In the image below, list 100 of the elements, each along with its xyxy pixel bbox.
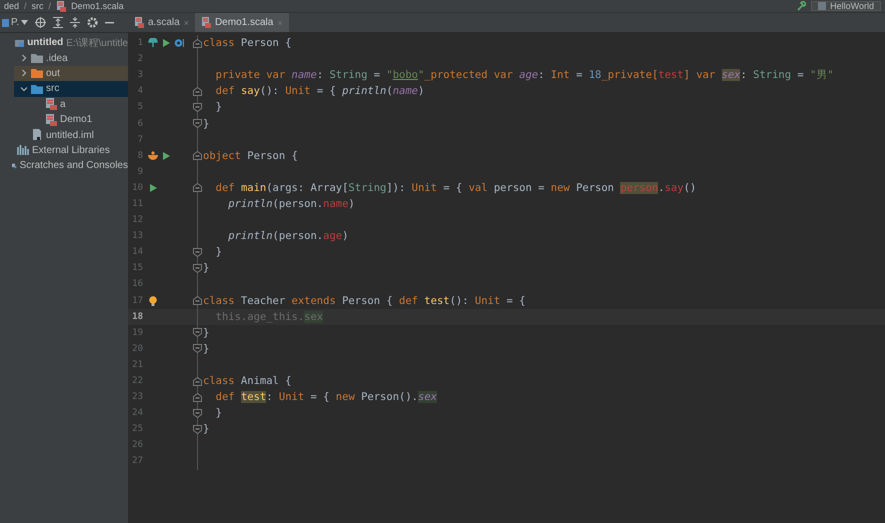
tree-row[interactable]: Demo1	[28, 112, 128, 128]
line-number: 15	[131, 263, 143, 274]
code-line: class Animal {	[202, 375, 292, 388]
tree-label: src	[46, 83, 60, 94]
tree-row[interactable]: untitled E:\课程\untitle	[0, 35, 128, 50]
fold-marker-icon[interactable]	[193, 183, 202, 192]
line-number: 17	[131, 296, 143, 306]
tree-row[interactable]: a	[28, 96, 128, 112]
fold-marker-icon[interactable]	[193, 151, 202, 160]
tree-row[interactable]: .idea	[14, 50, 128, 66]
fold-marker-icon[interactable]	[193, 102, 202, 112]
folder-icon	[31, 82, 43, 95]
breadcrumb-item[interactable]: src	[32, 1, 44, 11]
line-number: 25	[131, 424, 143, 434]
project-view-dropdown[interactable]: P.	[2, 17, 28, 28]
line-number: 13	[131, 231, 143, 242]
line-number: 1	[136, 38, 143, 48]
code-line: }	[202, 326, 210, 339]
folder-icon	[31, 52, 43, 64]
scala-file-icon	[134, 17, 144, 28]
line-number: 21	[131, 360, 143, 370]
line-number: 18	[131, 312, 143, 322]
line-number: 22	[131, 376, 143, 386]
line-number: 8	[136, 150, 143, 161]
tree-label: Scratches and Consoles	[20, 160, 128, 172]
line-number: 14	[131, 247, 143, 258]
breadcrumb-item[interactable]: Demo1.scala	[71, 1, 124, 11]
file-tab[interactable]: Demo1.scala ×	[194, 13, 289, 32]
fold-marker-icon[interactable]	[193, 86, 202, 96]
fold-marker-icon[interactable]	[193, 328, 202, 338]
code-line: def say(): Unit = { println(name)	[214, 85, 424, 98]
tree-label: External Libraries	[32, 144, 110, 156]
fold-marker-icon[interactable]	[193, 119, 202, 128]
fold-marker-icon[interactable]	[193, 408, 202, 418]
scala-file-icon	[45, 98, 57, 110]
code-line: }	[202, 262, 210, 274]
expand-all-icon[interactable]	[53, 17, 64, 28]
code-line: }	[202, 342, 210, 355]
fold-marker-icon[interactable]	[193, 424, 202, 434]
fold-marker-icon[interactable]	[193, 296, 202, 306]
project-path: E:\课程\untitle	[66, 36, 128, 50]
breadcrumb-separator: /	[48, 1, 52, 11]
code-line: }	[214, 246, 222, 258]
target-icon[interactable]	[35, 17, 46, 28]
tree-row[interactable]: External Libraries	[0, 142, 128, 158]
chevron-down-icon[interactable]	[20, 84, 28, 93]
collapse-all-icon[interactable]	[70, 17, 80, 28]
fold-marker-icon[interactable]	[193, 344, 202, 354]
scala-file-icon	[45, 114, 57, 126]
code-line: }	[202, 118, 210, 130]
line-number: 6	[136, 118, 143, 129]
fold-marker-icon[interactable]	[193, 264, 202, 273]
minimize-icon[interactable]	[105, 21, 114, 24]
line-number: 9	[136, 166, 143, 177]
line-number: 24	[131, 408, 143, 418]
lightbulb-icon[interactable]	[148, 296, 158, 306]
settings-icon[interactable]	[87, 17, 98, 28]
tree-row[interactable]: untitled.iml	[14, 127, 128, 143]
fold-marker-icon[interactable]	[193, 248, 202, 257]
line-number: 20	[131, 344, 143, 354]
tree-label: out	[46, 68, 60, 79]
code-line: object Person {	[202, 150, 298, 162]
line-number: 5	[136, 102, 143, 112]
code-line: class Person {	[202, 37, 292, 50]
scala-file-icon	[56, 0, 66, 12]
run-icon[interactable]	[161, 150, 171, 161]
line-number: 3	[136, 70, 143, 80]
scala-file-icon	[200, 17, 211, 28]
code-line: }	[214, 407, 222, 420]
line-number: 26	[131, 440, 143, 450]
caret-icon	[21, 20, 28, 25]
fold-marker-icon[interactable]	[193, 376, 202, 386]
fold-marker-icon[interactable]	[193, 392, 202, 402]
folder-icon	[31, 67, 43, 80]
line-number: 16	[131, 279, 143, 290]
line-number: 23	[131, 392, 143, 402]
tree-label: Demo1	[60, 114, 92, 126]
library-icon	[17, 144, 29, 156]
line-number: 4	[136, 86, 143, 96]
tree-row[interactable]: src	[14, 81, 128, 97]
run-icon[interactable]	[161, 38, 171, 48]
line-number: 10	[131, 182, 143, 193]
code-line: private var name: String = "bobo"_protected var age: Int = 18_private[test] var sex: String = "男"	[214, 68, 834, 82]
fold-marker-icon[interactable]	[193, 38, 202, 48]
run-icon[interactable]	[148, 182, 158, 193]
line-number: 19	[131, 328, 143, 338]
bowl-icon[interactable]	[148, 150, 158, 161]
tree-row[interactable]: Scratches and Consoles	[0, 158, 128, 174]
run-configuration-button[interactable]: HelloWorld	[811, 1, 881, 11]
code-line: }	[202, 423, 210, 436]
code-line: println(person.name)	[227, 198, 355, 210]
hammer-icon[interactable]	[796, 1, 806, 11]
line-number: 27	[131, 456, 143, 466]
code-line: class Teacher extends Person { def test(): Unit = {	[202, 294, 526, 307]
tree-row[interactable]: out	[14, 66, 128, 82]
line-number: 2	[136, 54, 143, 64]
code-line: def test: Unit = { new Person().sex	[214, 391, 437, 404]
project-icon	[2, 18, 9, 26]
code-line: println(person.age)	[227, 230, 348, 242]
breadcrumb-item[interactable]: ded	[4, 1, 20, 11]
